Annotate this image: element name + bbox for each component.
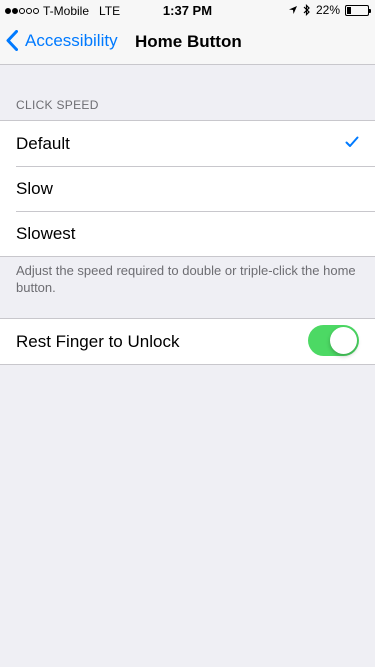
network-type: LTE: [99, 4, 121, 18]
battery-fill: [347, 6, 352, 14]
option-label: Default: [16, 133, 70, 153]
rest-finger-row: Rest Finger to Unlock: [0, 319, 375, 364]
status-right: 22%: [288, 3, 371, 17]
checkmark-icon: [345, 136, 359, 147]
option-label: Slowest: [16, 223, 76, 243]
rest-finger-group: Rest Finger to Unlock: [0, 318, 375, 365]
navigation-bar: Accessibility Home Button: [0, 20, 375, 65]
rest-finger-label: Rest Finger to Unlock: [16, 331, 180, 351]
signal-strength-icon: [5, 8, 39, 14]
option-slowest[interactable]: Slowest: [0, 211, 375, 256]
battery-percent: 22%: [315, 3, 340, 17]
bluetooth-icon: [303, 4, 310, 16]
status-bar: T-Mobile LTE 1:37 PM 22%: [0, 0, 375, 20]
back-button[interactable]: Accessibility: [6, 30, 118, 51]
option-default[interactable]: Default: [0, 121, 375, 166]
battery-icon: [345, 4, 371, 16]
click-speed-footer: Adjust the speed required to double or t…: [16, 263, 356, 295]
click-speed-list: Default Slow Slowest: [0, 120, 375, 257]
carrier-name: T-Mobile: [43, 4, 90, 18]
option-label: Slow: [16, 178, 53, 198]
status-left: T-Mobile LTE: [5, 4, 120, 18]
option-slow[interactable]: Slow: [0, 166, 375, 211]
location-arrow-icon: [288, 6, 297, 14]
click-speed-header: CLICK SPEED: [16, 98, 99, 112]
page-title: Home Button: [135, 32, 242, 51]
rest-finger-toggle[interactable]: [308, 325, 359, 356]
back-button-label: Accessibility: [25, 31, 118, 50]
chevron-left-icon: [6, 30, 18, 51]
toggle-knob: [330, 327, 357, 354]
